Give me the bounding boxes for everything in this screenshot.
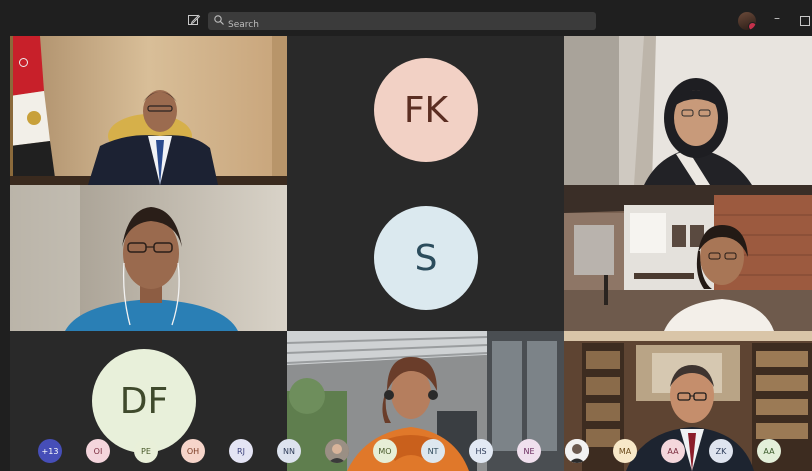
participant-video-tile[interactable] (564, 185, 812, 331)
participant-chip[interactable]: PE (134, 439, 158, 463)
video-feed (564, 185, 812, 331)
participant-tile-fk[interactable]: FK (287, 36, 564, 185)
participant-chip[interactable]: MO (373, 439, 397, 463)
participant-video-tile[interactable] (10, 185, 287, 331)
participant-chip[interactable]: OH (181, 439, 205, 463)
title-bar: – (10, 8, 812, 34)
person-photo-icon (565, 439, 589, 463)
more-participants-button[interactable]: +13 (38, 439, 62, 463)
participant-chip[interactable]: MA (613, 439, 637, 463)
participant-chip[interactable]: AA (757, 439, 781, 463)
participant-photo-avatar[interactable] (325, 439, 349, 463)
participant-chip[interactable]: NT (421, 439, 445, 463)
participant-chip[interactable]: RJ (229, 439, 253, 463)
teams-meeting-window: – (0, 0, 812, 471)
maximize-button[interactable] (800, 16, 810, 26)
participant-initials-avatar: FK (374, 58, 478, 162)
profile-avatar[interactable] (738, 12, 756, 30)
participant-video-tile[interactable] (10, 36, 287, 185)
participant-chip[interactable]: OI (86, 439, 110, 463)
search-icon (214, 15, 224, 25)
participant-chip[interactable]: NN (277, 439, 301, 463)
participant-tile-s[interactable]: S (287, 185, 564, 331)
participant-chip[interactable]: NE (517, 439, 541, 463)
search-box[interactable] (208, 12, 596, 34)
person-photo-icon (325, 439, 349, 463)
participant-initials-avatar: S (374, 206, 478, 310)
recording-indicator-icon (19, 58, 28, 67)
video-feed (10, 36, 287, 185)
participant-roster: +13 OI PE OH RJ NN MO NT HS NE MA AA ZK … (10, 437, 812, 467)
participant-chip[interactable]: ZK (709, 439, 733, 463)
participant-chip[interactable]: HS (469, 439, 493, 463)
video-feed (564, 36, 812, 185)
compose-icon[interactable] (186, 13, 202, 29)
search-input[interactable] (228, 16, 578, 34)
participant-chip[interactable]: AA (661, 439, 685, 463)
participant-video-tile[interactable] (564, 36, 812, 185)
video-feed (10, 185, 287, 331)
video-grid: FK S DF (10, 36, 812, 471)
minimize-button[interactable]: – (774, 11, 780, 25)
presence-busy-icon (748, 22, 756, 30)
participant-photo-avatar[interactable] (565, 439, 589, 463)
